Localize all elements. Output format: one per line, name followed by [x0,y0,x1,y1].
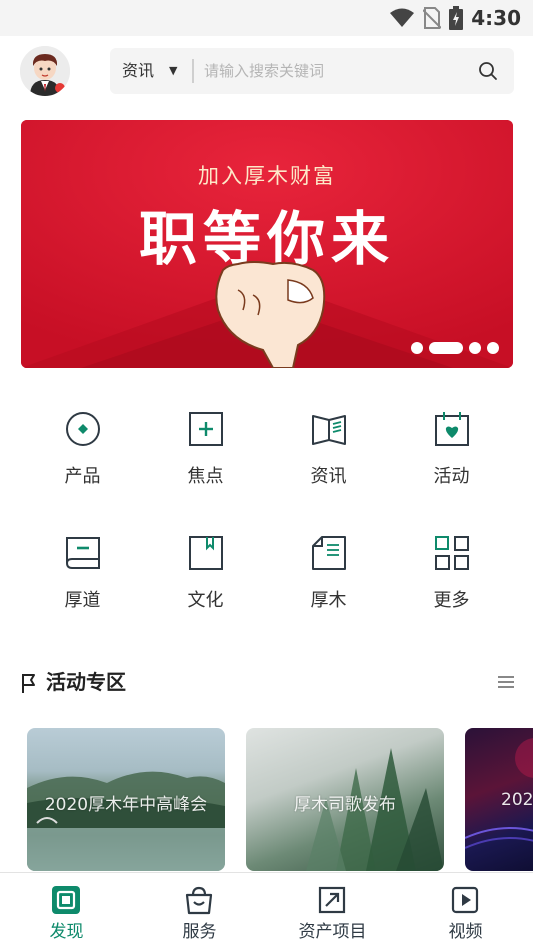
section-header: 活动专区 [20,664,515,700]
grid-item-news[interactable]: 资讯 [267,392,390,502]
grid-item-more[interactable]: 更多 [390,516,513,626]
carousel-dot[interactable] [411,342,423,354]
nav-item-service[interactable]: 服务 [133,873,266,947]
avatar-illustration [20,46,70,96]
search-category-select[interactable]: 资讯 [122,48,154,94]
bottom-nav: 发现 服务 资产项目 视频 [0,872,533,947]
carousel-indicator [411,342,499,354]
flag-icon [22,674,35,693]
search-icon[interactable] [478,61,498,81]
caret-down-icon[interactable]: ▼ [169,48,177,94]
product-icon [66,412,100,446]
grid-item-houdao[interactable]: 厚道 [21,516,144,626]
calendar-heart-icon [435,412,469,446]
nav-label: 资产项目 [298,922,367,942]
activity-card[interactable]: 2020厚木年中高峰会 [27,728,225,871]
header: 资讯 ▼ [0,36,533,108]
grid-label: 焦点 [187,466,224,487]
nav-label: 服务 [182,922,217,942]
carousel-dot-active[interactable] [429,342,463,354]
document-icon [312,536,346,570]
pointing-hand-icon [215,261,326,368]
menu-icon[interactable] [497,674,515,690]
grid-item-culture[interactable]: 文化 [144,516,267,626]
section-title: 活动专区 [46,670,126,694]
focus-icon [189,412,223,446]
more-grid-icon [435,536,469,570]
banner-subtitle: 加入厚木财富 [198,164,336,188]
status-bar: 4:30 [0,0,533,36]
asset-project-icon [318,886,346,914]
status-icons: 4:30 [389,6,521,30]
nav-item-discover[interactable]: 发现 [0,873,133,947]
nav-label: 发现 [49,922,84,942]
grid-item-houmu[interactable]: 厚木 [267,516,390,626]
banner-carousel[interactable]: 加入厚木财富 职等你来 [21,120,513,368]
activity-carousel[interactable]: 2020厚木年中高峰会 厚木司歌发布 202 [0,728,533,873]
notebook-icon [66,537,100,569]
activity-card[interactable]: 厚木司歌发布 [246,728,444,871]
grid-label: 活动 [433,466,470,487]
grid-item-product[interactable]: 产品 [21,392,144,502]
avatar[interactable] [20,46,70,96]
grid-item-focus[interactable]: 焦点 [144,392,267,502]
discover-icon [52,886,80,914]
search-box[interactable]: 资讯 ▼ [110,48,514,94]
search-input[interactable] [204,56,464,86]
grid-label: 厚道 [64,590,101,611]
card-caption: 202 [501,790,533,810]
no-sim-icon [423,7,442,29]
bookmark-icon [189,536,223,570]
news-book-icon [312,415,346,445]
grid-label: 厚木 [310,590,347,611]
carousel-dot[interactable] [469,342,481,354]
grid-label: 更多 [433,590,470,611]
nav-item-assets[interactable]: 资产项目 [266,873,399,947]
grid-item-activity[interactable]: 活动 [390,392,513,502]
status-time: 4:30 [471,6,521,30]
grid-label: 文化 [187,590,224,611]
grid-label: 资讯 [310,466,347,487]
battery-charging-icon [449,6,464,30]
service-bag-icon [185,886,213,915]
nav-item-video[interactable]: 视频 [399,873,532,947]
video-play-icon [451,886,479,914]
wifi-icon [390,8,415,27]
grid-label: 产品 [64,466,101,487]
card-caption: 2020厚木年中高峰会 [44,795,208,815]
activity-card[interactable]: 202 [465,728,533,871]
nav-label: 视频 [448,922,483,942]
carousel-dot[interactable] [487,342,499,354]
card-caption: 厚木司歌发布 [294,795,396,815]
search-divider [192,59,194,83]
